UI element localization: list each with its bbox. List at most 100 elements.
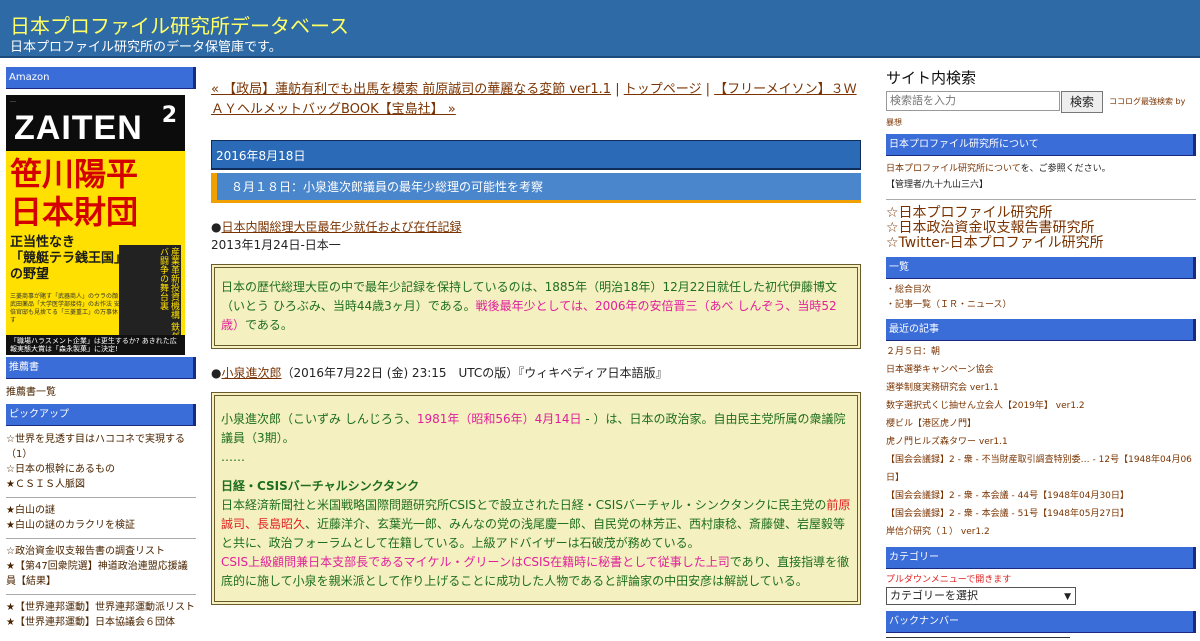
book-cover-month: 2	[161, 103, 177, 128]
about-heading: 日本プロファイル研究所について	[886, 134, 1196, 156]
about-link[interactable]: 日本プロファイル研究所について	[886, 164, 1021, 174]
book-cover-title: ZAITEN	[14, 109, 143, 147]
quote-heading: 日経・CSISバーチャルシンクタンク	[221, 479, 420, 493]
divider	[6, 594, 196, 595]
index-link[interactable]: ・総合目次	[886, 283, 1196, 298]
recent-post-link[interactable]: ２月５日：朝	[886, 343, 1196, 361]
quote-box-1: 日本の歴代総理大臣の中で最年少記録を保持しているのは、1885年（明治18年）1…	[211, 264, 861, 349]
search-button[interactable]: 検索	[1061, 91, 1103, 113]
pickup-group-4: ★【世界連邦運動】世界連邦運動派リスト ★【世界連邦運動】日本協議会６団体	[6, 600, 196, 630]
category-select[interactable]: カテゴリーを選択 ▼	[886, 587, 1076, 605]
recommend-heading: 推薦書	[6, 357, 196, 379]
recent-posts-list: ２月５日：朝 日本選挙キャンペーン協会 選挙制度実務研究会 ver1.1 数字選…	[886, 343, 1196, 541]
post-date: 2016年8月18日	[211, 140, 861, 170]
post-navigation: « 【政局】蓮舫有利でも出馬を模索 前原誠司の華麗なる変節 ver1.1 | ト…	[211, 80, 861, 120]
bullet-mark: ●	[211, 366, 222, 380]
index-list: ・総合目次 ・記事一覧（ＩＲ・ニュース）	[886, 283, 1196, 313]
site-title[interactable]: 日本プロファイル研究所データベース	[10, 10, 349, 39]
about-text: 日本プロファイル研究所についてを、ご参照ください。	[886, 160, 1196, 178]
pickup-link[interactable]: ★ＣＳＩＳ人脈図	[6, 477, 196, 492]
featured-link[interactable]: ☆Twitter-日本プロファイル研究所	[886, 236, 1196, 251]
search-form: 検索 ココログ最強検索 by	[886, 91, 1196, 113]
quote-paragraph: 小泉進次郎（こいずみ しんじろう、1981年（昭和56年）4月14日 - ）は、…	[221, 410, 851, 448]
list-heading: 一覧	[886, 257, 1196, 279]
cocolog-search-link[interactable]: ココログ最強検索 by	[1109, 96, 1185, 107]
quote-text: である。	[245, 318, 293, 332]
recent-posts-heading: 最近の記事	[886, 319, 1196, 341]
pickup-link[interactable]: ☆日本の根幹にあるもの	[6, 462, 196, 477]
pickup-link[interactable]: ☆世界を見透す目はハココネで実現する（1）	[6, 432, 196, 462]
book-cover-sub3: の野望	[10, 267, 50, 282]
post-title[interactable]: ８月１８日：小泉進次郎議員の最年少総理の可能性を考察	[211, 173, 861, 203]
index-link[interactable]: ・記事一覧（ＩＲ・ニュース）	[886, 298, 1196, 313]
quote-highlight: 1981年（昭和56年）4月14日	[416, 412, 582, 426]
pickup-link[interactable]: ★【第47回衆院選】神道政治連盟応援議員【結果】	[6, 559, 196, 589]
source-link[interactable]: 小泉進次郎	[221, 366, 281, 380]
book-cover-tagline: …	[10, 97, 16, 104]
featured-link[interactable]: ☆日本政治資金収支報告書研究所	[886, 221, 1196, 236]
book-cover-headline1: 笹川陽平	[10, 155, 139, 193]
quote-text: 小泉進次郎（こいずみ しんじろう、	[221, 412, 417, 426]
recommend-list-link[interactable]: 推薦書一覧	[6, 385, 196, 400]
pickup-link[interactable]: ★白山の謎	[6, 503, 196, 518]
bullet-mark: ●	[211, 220, 222, 234]
amazon-heading: Amazon	[6, 67, 196, 89]
book-cover-headline2: 日本財団	[10, 193, 139, 231]
quote-text: 、近藤洋介、玄葉光一郎、みんなの党の浅尾慶一郎、自民党の林芳正、西村康稔、斎藤健…	[221, 517, 846, 550]
chevron-down-icon: ▼	[1064, 592, 1071, 602]
site-header: 日本プロファイル研究所データベース 日本プロファイル研究所のデータ保管庫です。	[0, 0, 1200, 58]
book-cover-bottom: 「職場ハラスメント企業」は更生するか? あきれた広報実態大賞は「森永製菓」に決定…	[6, 335, 185, 355]
nav-separator: |	[701, 82, 715, 97]
book-cover-sub1: 正当性なき	[10, 235, 76, 250]
book-cover-side-text: 産業革新投資機構 鉄ゲバ闘争の舞台裏	[119, 245, 181, 345]
recent-post-link[interactable]: 数字選択式くじ抽せん立会人【2019年】 ver1.2	[886, 397, 1196, 415]
site-description: 日本プロファイル研究所のデータ保管庫です。	[10, 40, 282, 55]
quote-ellipsis: ……	[221, 450, 245, 464]
recent-post-link[interactable]: 【国会会議録】2 - 衆 - 不当財産取引調査特別委… - 12号【1948年0…	[886, 451, 1196, 487]
book-cover-sub2: 「競艇テラ銭王国」	[10, 251, 128, 266]
pickup-link[interactable]: ★【世界連邦運動】日本協議会６団体	[6, 615, 196, 630]
recent-post-link[interactable]: 【国会会議録】2 - 衆 - 本会議 - 51号【1948年05月27日】	[886, 505, 1196, 523]
quote-text: 日本経済新聞社と米国戦略国際問題研究所CSISとで設立された日経・CSISバーチ…	[221, 498, 827, 512]
recent-post-link[interactable]: 岸信介研究（１） ver1.2	[886, 523, 1196, 541]
featured-links: ☆日本プロファイル研究所 ☆日本政治資金収支報告書研究所 ☆Twitter-日本…	[886, 206, 1196, 251]
recent-post-link[interactable]: 虎ノ門ヒルズ森タワー ver1.1	[886, 433, 1196, 451]
pickup-group-2: ★白山の謎 ★白山の謎のカラクリを検証	[6, 503, 196, 533]
quote-highlight: CSIS上級顧問兼日本支部長であるマイケル・グリーンはCSIS在籍時に秘書として…	[221, 555, 730, 569]
book-cover-subtitle: 正当性なき 「競艇テラ銭王国」 の野望	[10, 235, 127, 283]
source-subtitle: 2013年1月24日-日本一	[211, 238, 341, 252]
divider	[6, 538, 196, 539]
category-note: プルダウンメニューで開きます	[886, 575, 1012, 585]
source-link[interactable]: 日本内閣総理大臣最年少就任および在任記録	[221, 220, 461, 234]
recent-post-link[interactable]: 選挙制度実務研究会 ver1.1	[886, 379, 1196, 397]
source-bullet-2: ●小泉進次郎（2016年7月22日 (金) 23:15 UTCの版）『ウィキペデ…	[211, 364, 861, 382]
pickup-heading: ピックアップ	[6, 404, 196, 426]
calendar-widget[interactable]	[886, 637, 1070, 641]
source-meta: （2016年7月22日 (金) 23:15 UTCの版）『ウィキペディア日本語版…	[281, 366, 668, 380]
top-page-link[interactable]: トップページ	[624, 82, 702, 97]
source-bullet-1: ●日本内閣総理大臣最年少就任および在任記録 2013年1月24日-日本一	[211, 218, 861, 254]
category-heading: カテゴリー	[886, 547, 1196, 569]
pickup-link[interactable]: ★【世界連邦運動】世界連邦運動派リスト	[6, 600, 196, 615]
quote-box-2: 小泉進次郎（こいずみ しんじろう、1981年（昭和56年）4月14日 - ）は、…	[211, 392, 861, 605]
pickup-link[interactable]: ☆政治資金収支報告書の調査リスト	[6, 544, 196, 559]
recent-post-link[interactable]: 日本選挙キャンペーン協会	[886, 361, 1196, 379]
featured-link[interactable]: ☆日本プロファイル研究所	[886, 206, 1196, 221]
pickup-link[interactable]: ★白山の謎のカラクリを検証	[6, 518, 196, 533]
thoughts-link[interactable]: 暴想	[886, 117, 1196, 128]
quote-paragraph: CSIS上級顧問兼日本支部長であるマイケル・グリーンはCSIS在籍時に秘書として…	[221, 553, 851, 591]
left-sidebar: Amazon … ZAITEN 2 笹川陽平 日本財団 正当性なき 「競艇テラ銭…	[6, 67, 196, 630]
book-cover-image[interactable]: … ZAITEN 2 笹川陽平 日本財団 正当性なき 「競艇テラ銭王国」 の野望…	[6, 95, 185, 355]
recent-post-link[interactable]: 【国会会議録】2 - 衆 - 本会議 - 44号【1948年04月30日】	[886, 487, 1196, 505]
prev-post-link[interactable]: « 【政局】蓮舫有利でも出馬を模索 前原誠司の華麗なる変節 ver1.1	[211, 82, 611, 97]
pickup-group-3: ☆政治資金収支報告書の調査リスト ★【第47回衆院選】神道政治連盟応援議員【結果…	[6, 544, 196, 589]
admin-name: 【管理者/九十九山三六】	[886, 180, 989, 190]
search-input[interactable]	[886, 91, 1060, 111]
divider	[6, 497, 196, 498]
search-heading: サイト内検索	[886, 69, 977, 87]
about-desc: を、ご参照ください。	[1020, 164, 1111, 174]
recent-post-link[interactable]: 櫻ビル【港区虎ノ門】	[886, 415, 1196, 433]
divider	[886, 199, 1196, 200]
category-select-value: カテゴリーを選択	[890, 589, 978, 602]
main-content: « 【政局】蓮舫有利でも出馬を模索 前原誠司の華麗なる変節 ver1.1 | ト…	[211, 80, 861, 605]
